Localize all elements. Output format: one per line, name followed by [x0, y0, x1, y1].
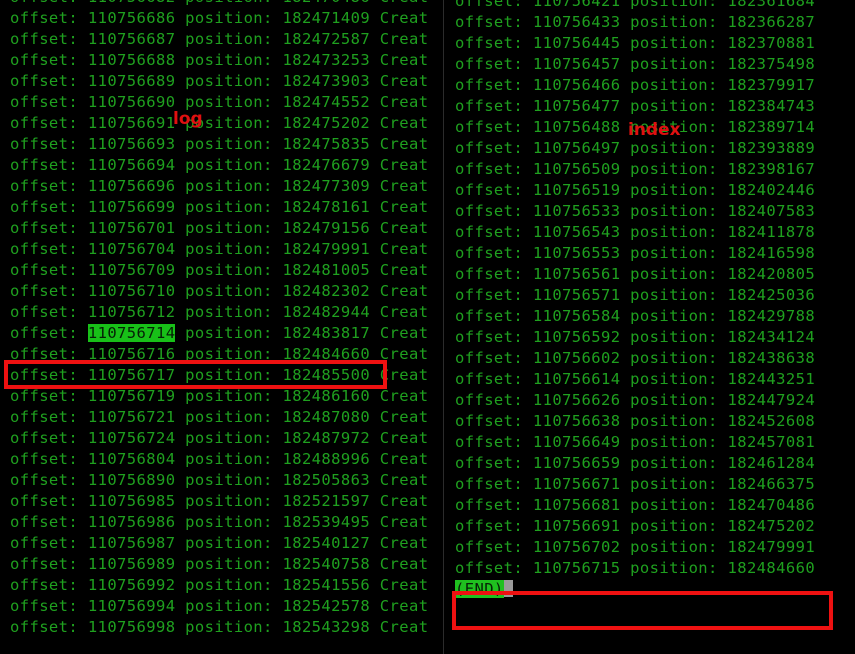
terminal-line: (END) — [455, 579, 855, 600]
log-pane[interactable]: offset: 110756682 position: 182470486 Cr… — [0, 0, 443, 654]
terminal-line: offset: 110756433 position: 182366287 — [455, 13, 816, 31]
log-lines: offset: 110756682 position: 182470486 Cr… — [10, 0, 443, 638]
terminal-line: offset: 110756987 position: 182540127 Cr… — [10, 534, 429, 552]
search-match-highlight: 110756714 — [87, 324, 176, 342]
terminal-line: offset: 110756998 position: 182543298 Cr… — [10, 618, 429, 636]
terminal-line: offset: 110756693 position: 182475835 Cr… — [10, 135, 429, 153]
terminal-line: offset: 110756694 position: 182476679 Cr… — [10, 156, 429, 174]
terminal-line: offset: 110756690 position: 182474552 Cr… — [10, 93, 429, 111]
terminal-line: offset: 110756709 position: 182481005 Cr… — [10, 261, 429, 279]
terminal-line: offset: 110756715 position: 182484660 — [455, 559, 816, 577]
terminal-line: offset: 110756688 position: 182473253 Cr… — [10, 51, 429, 69]
index-lines: offset: 110756421 position: 182361684 off… — [455, 0, 855, 600]
terminal-line: offset: 110756488 position: 182389714 — [455, 118, 816, 136]
terminal-line: offset: 110756543 position: 182411878 — [455, 223, 816, 241]
terminal-line: offset: 110756696 position: 182477309 Cr… — [10, 177, 429, 195]
terminal-line: offset: 110756804 position: 182488996 Cr… — [10, 450, 429, 468]
terminal-line: offset: 110756681 position: 182470486 — [455, 496, 816, 514]
terminal-line: offset: 110756890 position: 182505863 Cr… — [10, 471, 429, 489]
terminal-line: offset: 110756584 position: 182429788 — [455, 307, 816, 325]
terminal-line: offset: 110756992 position: 182541556 Cr… — [10, 576, 429, 594]
terminal-line: offset: 110756719 position: 182486160 Cr… — [10, 387, 429, 405]
terminal-line: offset: 110756466 position: 182379917 — [455, 76, 816, 94]
terminal-line: offset: 110756553 position: 182416598 — [455, 244, 816, 262]
terminal-line: offset: 110756659 position: 182461284 — [455, 454, 816, 472]
terminal-line: offset: 110756497 position: 182393889 — [455, 139, 816, 157]
terminal-line: offset: 110756994 position: 182542578 Cr… — [10, 597, 429, 615]
line-suffix: position: 182483817 Creat — [175, 324, 429, 342]
terminal-line: offset: 110756421 position: 182361684 — [455, 0, 816, 10]
end-of-file-marker: (END) — [455, 580, 504, 598]
cursor-block — [503, 580, 513, 597]
terminal-line: offset: 110756716 position: 182484660 Cr… — [10, 345, 429, 363]
terminal-line: offset: 110756533 position: 182407583 — [455, 202, 816, 220]
terminal-line: offset: 110756687 position: 182472587 Cr… — [10, 30, 429, 48]
terminal-line: offset: 110756689 position: 182473903 Cr… — [10, 72, 429, 90]
pane-divider — [443, 0, 444, 654]
terminal-line: offset: 110756710 position: 182482302 Cr… — [10, 282, 429, 300]
terminal-line: offset: 110756445 position: 182370881 — [455, 34, 816, 52]
terminal-line: offset: 110756702 position: 182479991 — [455, 538, 816, 556]
terminal-screen: offset: 110756682 position: 182470486 Cr… — [0, 0, 855, 654]
terminal-line: offset: 110756457 position: 182375498 — [455, 55, 816, 73]
terminal-line: offset: 110756701 position: 182479156 Cr… — [10, 219, 429, 237]
terminal-line: offset: 110756686 position: 182471409 Cr… — [10, 9, 429, 27]
terminal-line: offset: 110756519 position: 182402446 — [455, 181, 816, 199]
terminal-line: offset: 110756649 position: 182457081 — [455, 433, 816, 451]
terminal-line: offset: 110756561 position: 182420805 — [455, 265, 816, 283]
line-prefix: offset: — [10, 324, 88, 342]
terminal-line: offset: 110756699 position: 182478161 Cr… — [10, 198, 429, 216]
terminal-line: offset: 110756571 position: 182425036 — [455, 286, 816, 304]
terminal-line: offset: 110756682 position: 182470486 Cr… — [10, 0, 443, 8]
terminal-line: offset: 110756626 position: 182447924 — [455, 391, 816, 409]
terminal-line: offset: 110756691 position: 182475202 — [455, 517, 816, 535]
terminal-line: offset: 110756638 position: 182452608 — [455, 412, 816, 430]
terminal-line: offset: 110756986 position: 182539495 Cr… — [10, 513, 429, 531]
terminal-line: offset: 110756691 position: 182475202 Cr… — [10, 114, 429, 132]
terminal-line: offset: 110756592 position: 182434124 — [455, 328, 816, 346]
terminal-line: offset: 110756717 position: 182485500 Cr… — [10, 366, 429, 384]
terminal-line: offset: 110756989 position: 182540758 Cr… — [10, 555, 429, 573]
terminal-line: offset: 110756614 position: 182443251 — [455, 370, 816, 388]
terminal-line: offset: 110756671 position: 182466375 — [455, 475, 816, 493]
terminal-line: offset: 110756509 position: 182398167 — [455, 160, 816, 178]
terminal-line: offset: 110756985 position: 182521597 Cr… — [10, 492, 429, 510]
terminal-line: offset: 110756602 position: 182438638 — [455, 349, 816, 367]
terminal-line: offset: 110756712 position: 182482944 Cr… — [10, 303, 429, 321]
terminal-line: offset: 110756477 position: 182384743 — [455, 97, 816, 115]
terminal-line: offset: 110756721 position: 182487080 Cr… — [10, 408, 429, 426]
terminal-line: offset: 110756724 position: 182487972 Cr… — [10, 429, 429, 447]
terminal-line: offset: 110756714 position: 182483817 Cr… — [10, 323, 443, 344]
terminal-line: offset: 110756704 position: 182479991 Cr… — [10, 240, 429, 258]
index-pane[interactable]: offset: 110756421 position: 182361684 off… — [450, 0, 855, 654]
